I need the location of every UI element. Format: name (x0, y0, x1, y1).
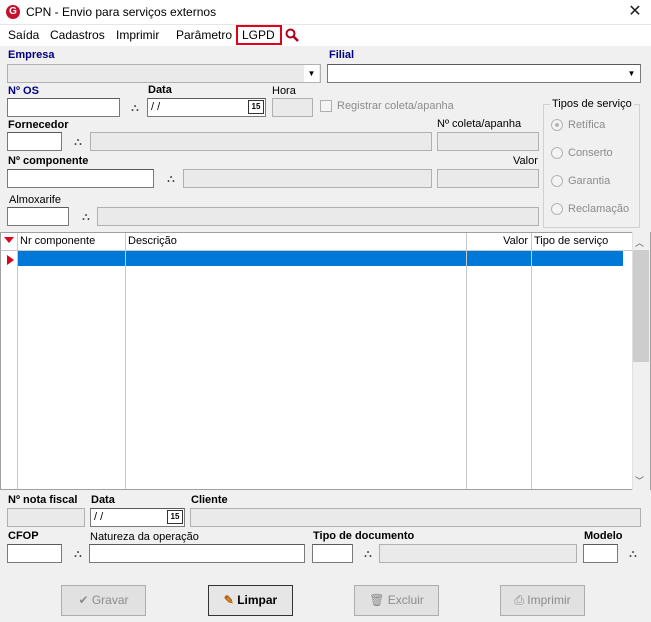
check-icon: ✔ (78, 593, 92, 607)
menu-bar: Saída Cadastros Imprimir Parâmetro LGPD (0, 25, 651, 46)
limpar-label: Limpar (237, 593, 278, 607)
gravar-label: Gravar (91, 593, 129, 607)
app-icon: G (6, 5, 20, 19)
cfop-input[interactable] (7, 544, 62, 563)
chevron-down-icon[interactable]: ﹀ (635, 474, 644, 487)
menu-lgpd[interactable]: LGPD (236, 25, 282, 45)
empresa-label: Empresa (8, 49, 55, 61)
almoxarife-name (97, 207, 539, 226)
col-nr-componente[interactable]: Nr componente (18, 233, 126, 251)
tipos-servico-title: Tipos de serviço (550, 98, 634, 110)
cliente-input (190, 508, 641, 527)
fornecedor-label: Fornecedor (8, 119, 69, 131)
ncoleta-label: Nº coleta/apanha (437, 118, 522, 130)
gravar-button[interactable]: ✔ Gravar (61, 585, 146, 616)
ncomponente-label: Nº componente (8, 155, 89, 167)
data-label: Data (148, 84, 172, 96)
tipo-doc-label: Tipo de documento (313, 530, 415, 542)
excluir-label: Excluir (387, 593, 424, 607)
almoxarife-input[interactable] (7, 207, 69, 226)
almoxarife-label: Almoxarife (9, 194, 61, 206)
registrar-label: Registrar coleta/apanha (337, 100, 454, 112)
hora-label: Hora (272, 85, 296, 97)
title-bar: G CPN - Envio para serviços externos ✕ (0, 0, 651, 25)
binoculars-icon[interactable]: ⛬ (361, 548, 375, 560)
binoculars-icon[interactable]: ⛬ (128, 102, 142, 114)
reclamacao-label: Reclamação (568, 203, 630, 215)
binoculars-icon[interactable]: ⛬ (626, 548, 640, 560)
components-grid[interactable]: Nr componente Descrição Valor Tipo de se… (0, 232, 651, 490)
valor-input (437, 169, 539, 188)
modelo-label: Modelo (584, 530, 623, 542)
conserto-label: Conserto (568, 147, 613, 159)
ncoleta-input (437, 132, 539, 151)
window-title: CPN - Envio para serviços externos (26, 5, 217, 19)
limpar-button[interactable]: ✎ Limpar (208, 585, 293, 616)
modelo-input[interactable] (583, 544, 618, 563)
nos-input[interactable] (7, 98, 120, 117)
cfop-label: CFOP (8, 530, 39, 542)
search-icon[interactable] (285, 28, 299, 42)
binoculars-icon[interactable]: ⛬ (71, 136, 85, 148)
nota-label: Nº nota fiscal (8, 494, 78, 506)
footer-data-label: Data (91, 494, 115, 506)
scrollbar-thumb[interactable] (633, 250, 649, 362)
menu-imprimir[interactable]: Imprimir (112, 25, 163, 46)
trash-icon: 🗑 (369, 593, 388, 607)
radio-conserto[interactable] (551, 147, 563, 159)
menu-cadastros[interactable]: Cadastros (46, 25, 109, 46)
grid-col-divider (467, 251, 532, 489)
broom-icon: ✎ (223, 593, 238, 607)
chevron-up-icon[interactable]: ︿ (635, 236, 644, 249)
tipo-doc-desc (379, 544, 577, 563)
radio-reclamacao[interactable] (551, 203, 563, 215)
col-descricao[interactable]: Descrição (126, 233, 467, 251)
col-tipo-servico[interactable]: Tipo de serviço (532, 233, 633, 251)
row-indicator-header (1, 233, 18, 251)
binoculars-icon[interactable]: ⛬ (71, 548, 85, 560)
imprimir-label: Imprimir (527, 593, 571, 607)
calendar-icon[interactable]: 15 (248, 100, 264, 114)
sort-down-icon (4, 237, 14, 243)
valor-label: Valor (513, 155, 538, 167)
natureza-input[interactable] (89, 544, 305, 563)
printer-icon: ⎙ (514, 593, 528, 607)
col-valor[interactable]: Valor (467, 233, 532, 251)
grid-col-divider (126, 251, 467, 489)
retifica-label: Retífica (568, 119, 606, 131)
close-button[interactable]: ✕ (622, 1, 648, 23)
chevron-down-icon[interactable]: ▼ (304, 65, 319, 82)
filial-select[interactable] (327, 64, 641, 83)
filial-label: Filial (329, 49, 355, 61)
componente-desc (183, 169, 432, 188)
tipo-doc-input[interactable] (312, 544, 353, 563)
garantia-label: Garantia (568, 175, 611, 187)
natureza-label: Natureza da operação (90, 531, 199, 543)
cliente-label: Cliente (191, 494, 228, 506)
radio-garantia[interactable] (551, 175, 563, 187)
nota-input (7, 508, 85, 527)
radio-retifica[interactable] (551, 119, 563, 131)
binoculars-icon[interactable]: ⛬ (164, 173, 178, 185)
hora-input (272, 98, 313, 117)
nos-label: Nº OS (8, 85, 39, 97)
grid-col-divider (18, 251, 126, 489)
row-marker-icon (7, 255, 14, 265)
menu-saida[interactable]: Saída (4, 25, 43, 46)
empresa-select[interactable] (7, 64, 321, 83)
excluir-button[interactable]: 🗑 Excluir (354, 585, 439, 616)
calendar-icon[interactable]: 15 (167, 510, 183, 524)
menu-parametro[interactable]: Parâmetro (172, 25, 236, 46)
ncomponente-input[interactable] (7, 169, 154, 188)
chevron-down-icon[interactable]: ▼ (624, 65, 639, 82)
imprimir-button[interactable]: ⎙ Imprimir (500, 585, 585, 616)
binoculars-icon[interactable]: ⛬ (79, 211, 93, 223)
row-indicator-col (1, 251, 18, 489)
fornecedor-name (90, 132, 432, 151)
fornecedor-input[interactable] (7, 132, 62, 151)
registrar-checkbox[interactable] (320, 100, 332, 112)
